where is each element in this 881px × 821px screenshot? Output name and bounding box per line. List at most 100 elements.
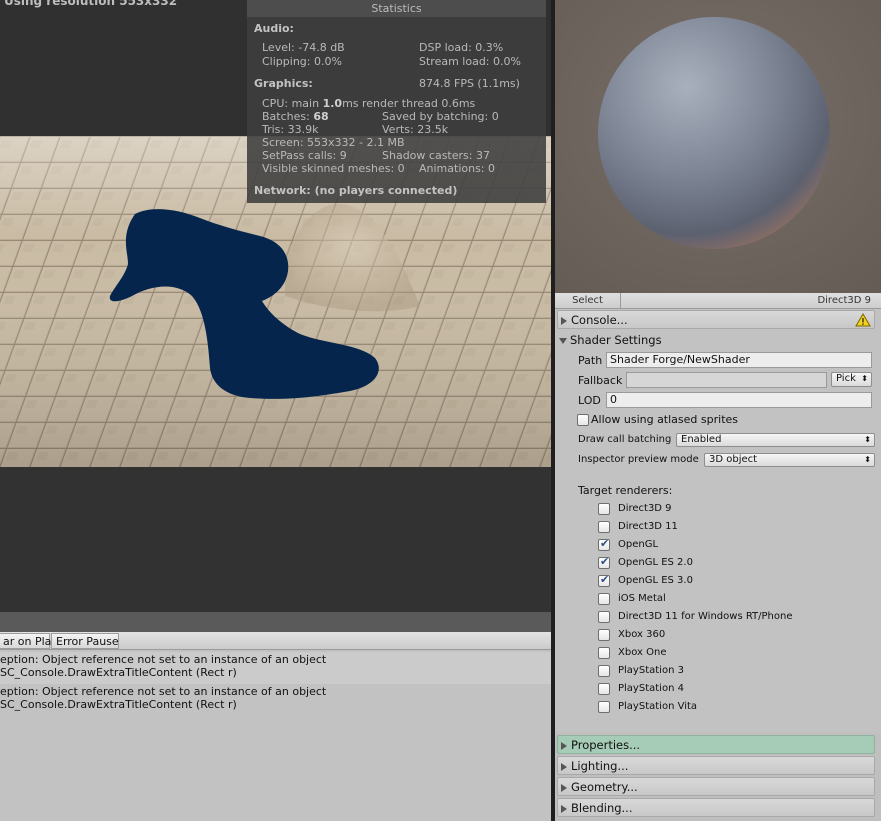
atlased-sprites-checkbox[interactable] xyxy=(577,414,589,426)
audio-level: Level: -74.8 dB xyxy=(262,41,345,54)
lighting-foldout[interactable]: Lighting... xyxy=(557,756,875,775)
properties-foldout-label: Properties... xyxy=(571,738,641,752)
clear-on-play-button[interactable]: ar on Play xyxy=(0,633,58,649)
target-renderers-label: Target renderers: xyxy=(578,484,673,497)
renderer-row-ios-metal[interactable]: iOS Metal xyxy=(598,591,868,609)
renderer-row-ps4[interactable]: PlayStation 4 xyxy=(598,681,868,699)
statistics-panel: Statistics Audio: Level: -74.8 dB DSP lo… xyxy=(247,0,546,203)
preview-select-button[interactable]: Select xyxy=(555,293,621,309)
console-foldout-label: Console... xyxy=(571,313,628,327)
log-entry-trace: SC_Console.DrawExtraTitleContent (Rect r… xyxy=(0,666,237,679)
statistics-title: Statistics xyxy=(247,0,546,17)
atlased-sprites-label: Allow using atlased sprites xyxy=(591,413,739,426)
log-entry-message: eption: Object reference not set to an i… xyxy=(0,653,327,666)
renderer-label: Direct3D 9 xyxy=(618,503,672,514)
lod-field[interactable]: 0 xyxy=(606,392,872,408)
renderer-row-direct3d9[interactable]: Direct3D 9 xyxy=(598,501,868,519)
renderer-checkbox[interactable] xyxy=(598,521,610,533)
shader-settings-foldout[interactable]: Shader Settings xyxy=(557,331,875,350)
stream-load: Stream load: 0.0% xyxy=(419,55,521,68)
renderer-checkbox[interactable] xyxy=(598,611,610,623)
inspector-preview-dropdown[interactable]: 3D object ⬍ xyxy=(704,453,875,467)
stepper-icon: ⬍ xyxy=(864,435,871,444)
shadow-casters-readout: Shadow casters: 37 xyxy=(382,149,490,162)
renderer-label: Xbox 360 xyxy=(618,629,666,640)
fallback-field[interactable] xyxy=(626,372,827,388)
lighting-foldout-label: Lighting... xyxy=(571,759,629,773)
renderer-label: iOS Metal xyxy=(618,593,666,604)
renderer-checkbox[interactable] xyxy=(598,593,610,605)
preview-sphere xyxy=(598,17,830,249)
renderer-checkbox[interactable] xyxy=(598,665,610,677)
draw-call-batching-label: Draw call batching xyxy=(578,434,672,445)
renderer-label: PlayStation Vita xyxy=(618,701,698,712)
log-entry-trace: SC_Console.DrawExtraTitleContent (Rect r… xyxy=(0,698,237,711)
console-tab-bar xyxy=(0,612,551,632)
renderer-checkbox[interactable] xyxy=(598,537,610,551)
path-field[interactable]: Shader Forge/NewShader xyxy=(606,352,872,368)
renderer-row-ps3[interactable]: PlayStation 3 xyxy=(598,663,868,681)
draw-call-batching-value: Enabled xyxy=(681,434,722,445)
renderer-checkbox[interactable] xyxy=(598,503,610,515)
renderer-label: PlayStation 3 xyxy=(618,665,684,676)
audio-header: Audio: xyxy=(254,22,294,35)
shader-settings-title: Shader Settings xyxy=(570,333,662,347)
renderer-row-xbox360[interactable]: Xbox 360 xyxy=(598,627,868,645)
shader-settings-section: Shader Settings Path Shader Forge/NewSha… xyxy=(555,331,881,736)
console-panel: ar on Play Error Pause eption: Object re… xyxy=(0,632,551,821)
pick-button[interactable]: Pick ⬍ xyxy=(831,372,872,387)
screen-readout: Screen: 553x332 - 2.1 MB xyxy=(262,136,405,149)
batches-readout: Batches: 68 xyxy=(262,110,329,123)
draw-call-batching-dropdown[interactable]: Enabled ⬍ xyxy=(676,433,875,447)
renderer-checkbox[interactable] xyxy=(598,701,610,713)
blending-foldout[interactable]: Blending... xyxy=(557,798,875,817)
stepper-icon: ⬍ xyxy=(861,374,868,383)
renderer-checkbox[interactable] xyxy=(598,629,610,641)
fallback-label: Fallback xyxy=(578,374,623,387)
console-foldout[interactable]: Console... xyxy=(557,310,875,329)
renderer-row-opengl-es2[interactable]: OpenGL ES 2.0 xyxy=(598,555,868,573)
renderer-label: OpenGL ES 2.0 xyxy=(618,557,693,568)
renderer-checkbox[interactable] xyxy=(598,555,610,569)
renderer-row-d3d11-winrt[interactable]: Direct3D 11 for Windows RT/Phone xyxy=(598,609,868,627)
log-entry[interactable]: eption: Object reference not set to an i… xyxy=(0,652,551,684)
network-readout: Network: (no players connected) xyxy=(254,184,458,197)
renderer-row-direct3d11[interactable]: Direct3D 11 xyxy=(598,519,868,537)
error-pause-button[interactable]: Error Pause xyxy=(51,633,119,649)
renderer-label: OpenGL ES 3.0 xyxy=(618,575,693,586)
log-entry-message: eption: Object reference not set to an i… xyxy=(0,685,327,698)
console-toolbar: ar on Play Error Pause xyxy=(0,632,551,650)
inspector-preview-value: 3D object xyxy=(709,454,758,465)
triangle-icon xyxy=(561,317,567,325)
preview-api-label: Direct3D 9 xyxy=(817,295,871,306)
properties-foldout[interactable]: Properties... xyxy=(557,735,875,754)
cpu-readout: CPU: main 1.0ms render thread 0.6ms xyxy=(262,97,476,110)
renderer-row-xbox-one[interactable]: Xbox One xyxy=(598,645,868,663)
material-preview[interactable] xyxy=(555,0,881,293)
tris-readout: Tris: 33.9k xyxy=(262,123,319,136)
geometry-foldout[interactable]: Geometry... xyxy=(557,777,875,796)
renderer-checkbox[interactable] xyxy=(598,647,610,659)
renderer-row-opengl-es3[interactable]: OpenGL ES 3.0 xyxy=(598,573,868,591)
renderer-row-opengl[interactable]: OpenGL xyxy=(598,537,868,555)
renderer-checkbox[interactable] xyxy=(598,573,610,587)
dsp-load: DSP load: 0.3% xyxy=(419,41,504,54)
blending-foldout-label: Blending... xyxy=(571,801,633,815)
animations-readout: Animations: 0 xyxy=(419,162,496,175)
renderer-label: PlayStation 4 xyxy=(618,683,684,694)
log-entry[interactable]: eption: Object reference not set to an i… xyxy=(0,684,551,716)
audio-clipping: Clipping: 0.0% xyxy=(262,55,342,68)
renderer-row-ps-vita[interactable]: PlayStation Vita xyxy=(598,699,868,717)
skinned-meshes-readout: Visible skinned meshes: 0 xyxy=(262,162,405,175)
game-view[interactable]: Using resolution 553x332 Statistics Audi… xyxy=(0,0,551,612)
preview-toolbar: Select Direct3D 9 xyxy=(555,293,881,309)
renderer-checkbox[interactable] xyxy=(598,683,610,695)
stepper-icon: ⬍ xyxy=(864,455,871,464)
renderer-label: OpenGL xyxy=(618,539,659,550)
pick-button-label: Pick xyxy=(836,373,856,384)
triangle-icon xyxy=(561,742,567,750)
triangle-icon xyxy=(561,805,567,813)
setpass-readout: SetPass calls: 9 xyxy=(262,149,347,162)
triangle-icon xyxy=(561,784,567,792)
warning-icon xyxy=(855,313,871,327)
